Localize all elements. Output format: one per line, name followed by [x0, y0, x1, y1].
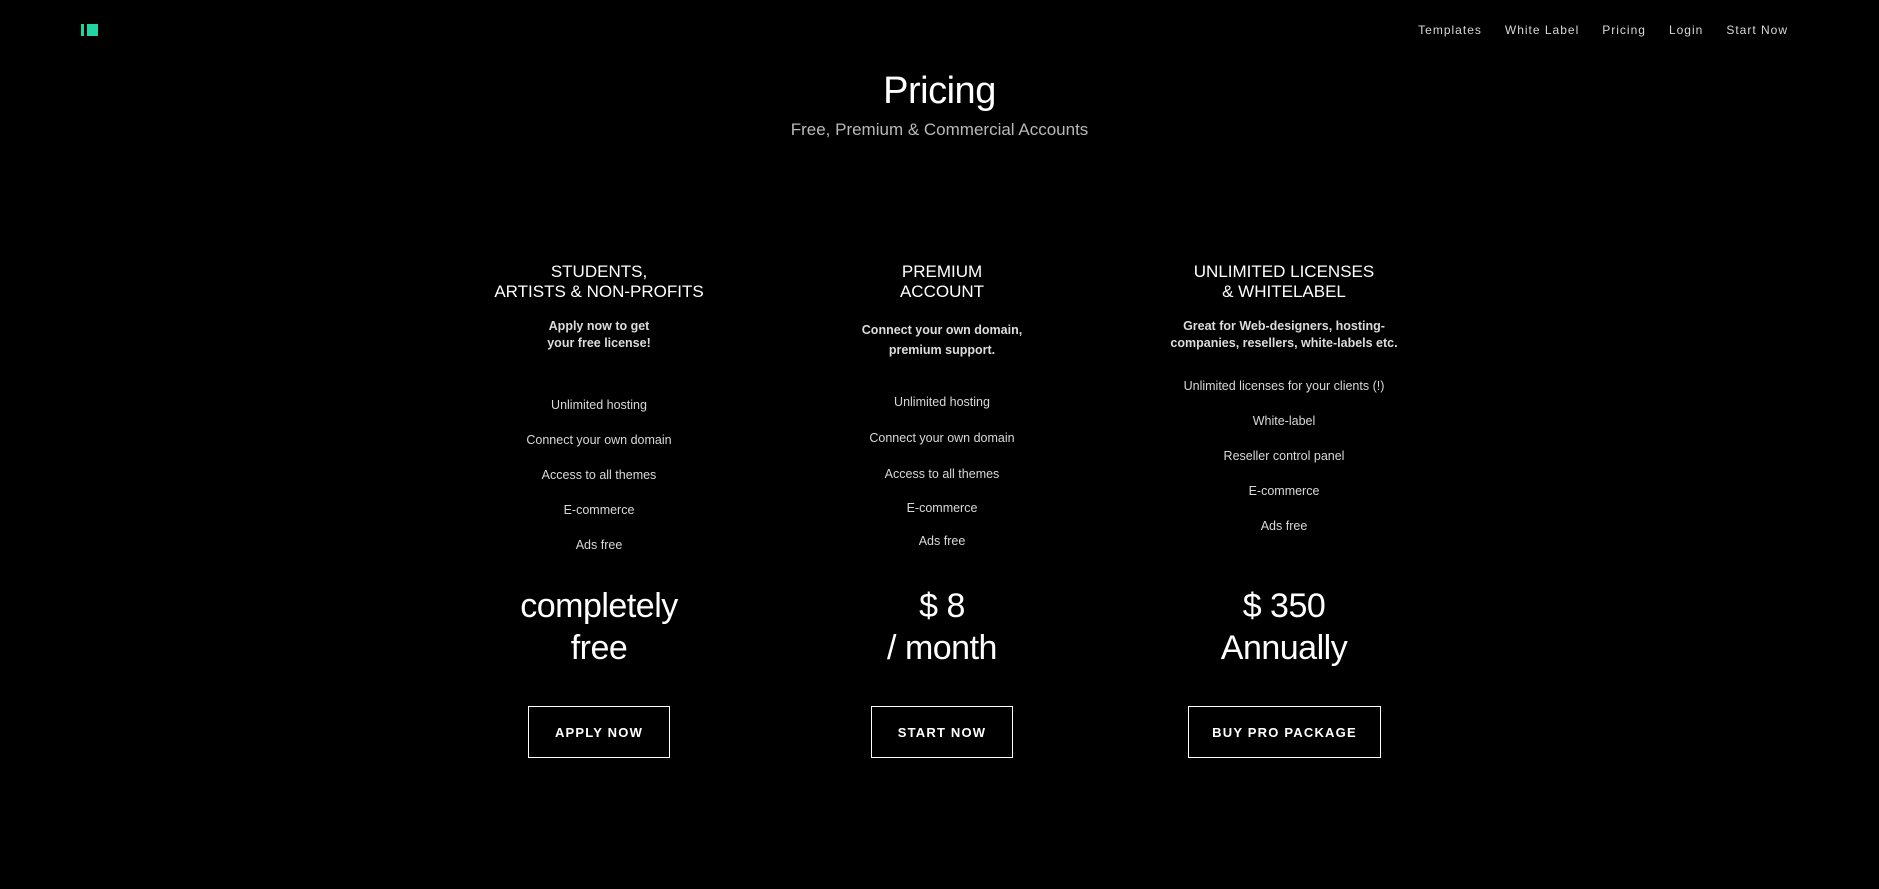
nav-link-start-now[interactable]: Start Now — [1726, 23, 1788, 37]
plan-title: STUDENTS, ARTISTS & NON-PROFITS — [494, 262, 704, 301]
price-line-1: $ 8 — [919, 587, 965, 625]
nav-link-templates[interactable]: Templates — [1418, 23, 1482, 37]
feature-item: Reseller control panel — [1223, 449, 1345, 463]
top-nav: Templates White Label Pricing Login Star… — [1418, 23, 1788, 37]
feature-item: Connect your own domain — [869, 431, 1015, 445]
page-subtitle: Free, Premium & Commercial Accounts — [790, 120, 1089, 139]
start-now-button[interactable]: START NOW — [871, 706, 1013, 758]
feature-item: Ads free — [1260, 519, 1308, 533]
plan-description: Connect your own domain, premium support… — [861, 323, 1023, 357]
price-line-2: Annually — [1220, 629, 1348, 667]
feature-item: Access to all themes — [884, 467, 1000, 481]
price-line-2: / month — [887, 629, 997, 667]
feature-item: Unlimited licenses for your clients (!) — [1183, 379, 1385, 393]
buy-pro-package-button[interactable]: BUY PRO PACKAGE — [1188, 706, 1381, 758]
feature-item: Ads free — [918, 534, 966, 548]
price-line-1: completely — [520, 587, 678, 625]
feature-item: White-label — [1252, 414, 1316, 428]
feature-list: Unlimited licenses for your clients (!) … — [1134, 369, 1434, 544]
feature-item: E-commerce — [563, 503, 635, 517]
plan-title: PREMIUM ACCOUNT — [899, 262, 985, 301]
plan-description: Apply now to get your free license! — [547, 319, 651, 350]
logo-bar-wide — [87, 24, 98, 36]
feature-item: E-commerce — [906, 501, 978, 515]
feature-item: Unlimited hosting — [894, 395, 990, 409]
plan-description: Great for Web-designers, hosting- compan… — [1170, 319, 1398, 350]
feature-list: Unlimited hosting Connect your own domai… — [449, 388, 749, 563]
brand-logo-icon[interactable] — [81, 24, 101, 36]
price-line-2: free — [570, 629, 628, 667]
feature-item: Connect your own domain — [526, 433, 672, 447]
feature-item: Access to all themes — [541, 468, 657, 482]
page-title: Pricing — [883, 70, 996, 112]
feature-item: E-commerce — [1248, 484, 1320, 498]
price-line-1: $ 350 — [1242, 587, 1326, 625]
plan-price: $ 350 Annually — [1134, 585, 1434, 669]
feature-item: Ads free — [575, 538, 623, 552]
nav-link-white-label[interactable]: White Label — [1505, 23, 1579, 37]
plan-price: $ 8 / month — [792, 585, 1092, 669]
pricing-page: Templates White Label Pricing Login Star… — [0, 0, 1879, 889]
logo-bar-narrow — [81, 24, 84, 36]
plan-price: completely free — [449, 585, 749, 669]
nav-link-pricing[interactable]: Pricing — [1602, 23, 1646, 37]
feature-list: Unlimited hosting Connect your own domai… — [792, 385, 1092, 558]
feature-item: Unlimited hosting — [551, 398, 647, 412]
plan-title: UNLIMITED LICENSES & WHITELABEL — [1193, 262, 1375, 301]
apply-now-button[interactable]: APPLY NOW — [528, 706, 670, 758]
nav-link-login[interactable]: Login — [1669, 23, 1703, 37]
